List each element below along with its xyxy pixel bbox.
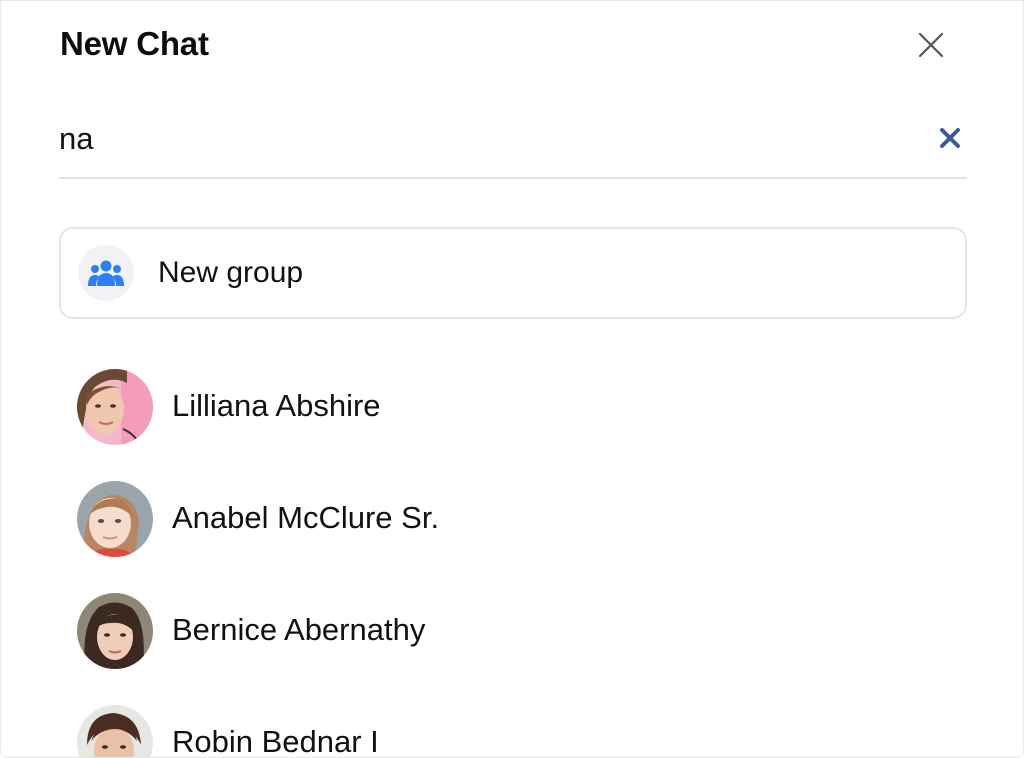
avatar [77,705,153,757]
avatar-photo [77,369,153,445]
search-input[interactable] [59,117,909,161]
new-group-label: New group [158,256,304,289]
contact-item[interactable]: Anabel McClure Sr. [59,471,963,567]
search-bar [59,111,967,179]
contact-name: Anabel McClure Sr. [172,500,440,535]
close-button[interactable] [913,27,949,63]
close-icon [918,32,944,58]
contact-item[interactable]: Robin Bednar I [59,695,963,758]
new-chat-panel: New Chat New group [0,0,1024,758]
avatar [77,593,153,669]
contact-name: Bernice Abernathy [172,612,426,647]
avatar-photo [77,593,153,669]
avatar-photo [77,481,153,557]
contact-item[interactable]: Lilliana Abshire [59,359,963,455]
contact-name: Lilliana Abshire [172,388,381,423]
people-group-icon [88,260,124,286]
new-group-icon-badge [78,245,134,301]
clear-search-icon [940,128,960,148]
avatar [77,481,153,557]
avatar-photo [77,705,153,757]
avatar [77,369,153,445]
contact-item[interactable]: Bernice Abernathy [59,583,963,679]
clear-search-button[interactable] [934,122,966,154]
contact-name: Robin Bednar I [172,724,379,758]
new-group-button[interactable]: New group [59,227,967,319]
dialog-title: New Chat [60,25,209,62]
